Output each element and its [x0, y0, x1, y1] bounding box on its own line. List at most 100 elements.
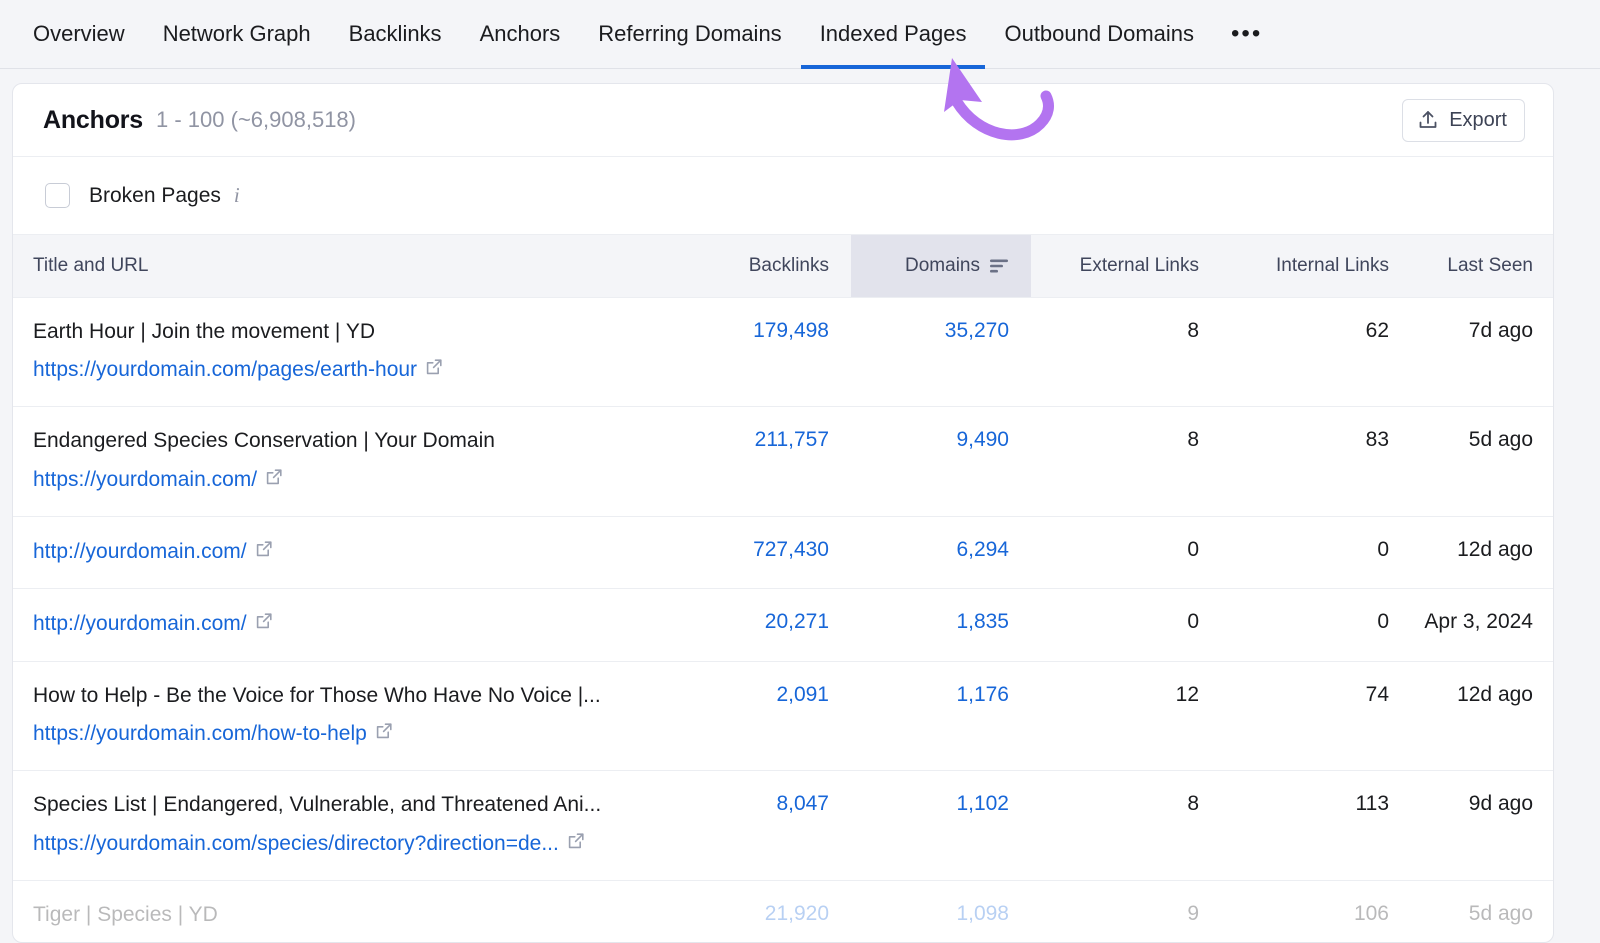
cell-external: 9 [1031, 881, 1221, 943]
cell-title-url: Endangered Species Conservation | Your D… [13, 407, 733, 517]
indexed-pages-table: Title and URL Backlinks Domains External Li… [13, 235, 1554, 943]
column-header-last_seen[interactable]: Last Seen [1411, 235, 1554, 297]
table-row[interactable]: Earth Hour | Join the movement | YD https… [13, 297, 1554, 407]
cell-internal: 106 [1221, 881, 1411, 943]
cell-last-seen: Apr 3, 2024 [1411, 589, 1554, 661]
cell-domains[interactable]: 1,176 [851, 661, 1031, 771]
cell-last-seen: 12d ago [1411, 516, 1554, 588]
table-row[interactable]: Endangered Species Conservation | Your D… [13, 407, 1554, 517]
cell-domains[interactable]: 9,490 [851, 407, 1031, 517]
more-tabs-icon[interactable]: ••• [1213, 0, 1280, 69]
external-link-icon [265, 465, 283, 494]
main-tab-bar: OverviewNetwork GraphBacklinksAnchorsRef… [0, 0, 1600, 69]
cell-last-seen: 5d ago [1411, 881, 1554, 943]
tab-overview[interactable]: Overview [14, 0, 144, 69]
tab-anchors[interactable]: Anchors [461, 0, 580, 69]
cell-external: 8 [1031, 771, 1221, 881]
cell-backlinks[interactable]: 727,430 [733, 516, 851, 588]
table-body: Earth Hour | Join the movement | YD https… [13, 297, 1554, 943]
cell-backlinks[interactable]: 20,271 [733, 589, 851, 661]
row-title: Earth Hour | Join the movement | YD [33, 318, 733, 346]
broken-pages-label: Broken Pages [89, 184, 221, 208]
tab-network-graph[interactable]: Network Graph [144, 0, 330, 69]
row-url-text: https://yourdomain.com/how-to-help [33, 719, 367, 748]
sort-desc-icon [989, 258, 1009, 274]
external-link-icon [255, 537, 273, 566]
page-title: Anchors [43, 106, 143, 135]
column-header-internal[interactable]: Internal Links [1221, 235, 1411, 297]
column-header-backlinks-label: Backlinks [749, 255, 829, 276]
column-header-title[interactable]: Title and URL [13, 235, 733, 297]
cell-backlinks[interactable]: 211,757 [733, 407, 851, 517]
cell-internal: 83 [1221, 407, 1411, 517]
external-link-icon [375, 719, 393, 748]
row-title: Tiger | Species | YD [33, 901, 733, 929]
anchors-card: Anchors 1 - 100 (~6,908,518) Export Brok… [12, 83, 1554, 943]
tab-referring-domains[interactable]: Referring Domains [579, 0, 800, 69]
table-row[interactable]: http://yourdomain.com/20,2711,83500Apr 3… [13, 589, 1554, 661]
cell-last-seen: 9d ago [1411, 771, 1554, 881]
row-url-link[interactable]: http://yourdomain.com/ [33, 609, 273, 638]
row-url-link[interactable]: http://yourdomain.com/ [33, 537, 273, 566]
cell-internal: 62 [1221, 297, 1411, 407]
row-url-text: https://yourdomain.com/ [33, 465, 257, 494]
tab-indexed-pages[interactable]: Indexed Pages [801, 0, 986, 69]
tab-outbound-domains[interactable]: Outbound Domains [985, 0, 1213, 69]
cell-title-url: http://yourdomain.com/ [13, 589, 733, 661]
broken-pages-checkbox[interactable] [45, 183, 70, 208]
row-url-text: https://yourdomain.com/species/directory… [33, 829, 559, 858]
cell-domains[interactable]: 1,102 [851, 771, 1031, 881]
table-row[interactable]: Species List | Endangered, Vulnerable, a… [13, 771, 1554, 881]
column-header-domains[interactable]: Domains [851, 235, 1031, 297]
cell-last-seen: 12d ago [1411, 661, 1554, 771]
cell-backlinks[interactable]: 8,047 [733, 771, 851, 881]
cell-internal: 74 [1221, 661, 1411, 771]
cell-backlinks[interactable]: 2,091 [733, 661, 851, 771]
cell-title-url: How to Help - Be the Voice for Those Who… [13, 661, 733, 771]
cell-title-url: Tiger | Species | YD [13, 881, 733, 943]
column-header-last_seen-label: Last Seen [1447, 255, 1533, 276]
external-link-icon [255, 609, 273, 638]
cell-domains[interactable]: 1,098 [851, 881, 1031, 943]
external-link-icon [425, 355, 443, 384]
column-header-external[interactable]: External Links [1031, 235, 1221, 297]
cell-external: 8 [1031, 297, 1221, 407]
row-url-text: https://yourdomain.com/pages/earth-hour [33, 355, 417, 384]
cell-last-seen: 5d ago [1411, 407, 1554, 517]
cell-title-url: Species List | Endangered, Vulnerable, a… [13, 771, 733, 881]
row-url-link[interactable]: https://yourdomain.com/pages/earth-hour [33, 355, 443, 384]
cell-external: 8 [1031, 407, 1221, 517]
cell-domains[interactable]: 35,270 [851, 297, 1031, 407]
result-count: 1 - 100 (~6,908,518) [156, 107, 356, 133]
cell-domains[interactable]: 6,294 [851, 516, 1031, 588]
cell-last-seen: 7d ago [1411, 297, 1554, 407]
cell-domains[interactable]: 1,835 [851, 589, 1031, 661]
column-header-domains-label: Domains [905, 255, 980, 277]
table-row[interactable]: Tiger | Species | YD21,9201,09891065d ag… [13, 881, 1554, 943]
cell-title-url: Earth Hour | Join the movement | YD https… [13, 297, 733, 407]
cell-internal: 113 [1221, 771, 1411, 881]
cell-external: 0 [1031, 516, 1221, 588]
column-header-external-label: External Links [1080, 255, 1199, 276]
table-header-row: Title and URL Backlinks Domains External Li… [13, 235, 1554, 297]
table-row[interactable]: How to Help - Be the Voice for Those Who… [13, 661, 1554, 771]
column-header-backlinks[interactable]: Backlinks [733, 235, 851, 297]
row-url-link[interactable]: https://yourdomain.com/how-to-help [33, 719, 393, 748]
cell-internal: 0 [1221, 516, 1411, 588]
tab-backlinks[interactable]: Backlinks [330, 0, 461, 69]
table-header: Title and URL Backlinks Domains External Li… [13, 235, 1554, 297]
cell-backlinks[interactable]: 179,498 [733, 297, 851, 407]
cell-external: 12 [1031, 661, 1221, 771]
row-url-text: http://yourdomain.com/ [33, 537, 247, 566]
export-button[interactable]: Export [1402, 99, 1525, 142]
info-icon[interactable]: i [234, 183, 240, 208]
cell-internal: 0 [1221, 589, 1411, 661]
upload-icon [1417, 109, 1439, 131]
row-url-link[interactable]: https://yourdomain.com/ [33, 465, 283, 494]
export-button-label: Export [1449, 109, 1507, 132]
cell-backlinks[interactable]: 21,920 [733, 881, 851, 943]
table-row[interactable]: http://yourdomain.com/727,4306,2940012d … [13, 516, 1554, 588]
row-url-link[interactable]: https://yourdomain.com/species/directory… [33, 829, 585, 858]
cell-external: 0 [1031, 589, 1221, 661]
column-header-internal-label: Internal Links [1276, 255, 1389, 276]
